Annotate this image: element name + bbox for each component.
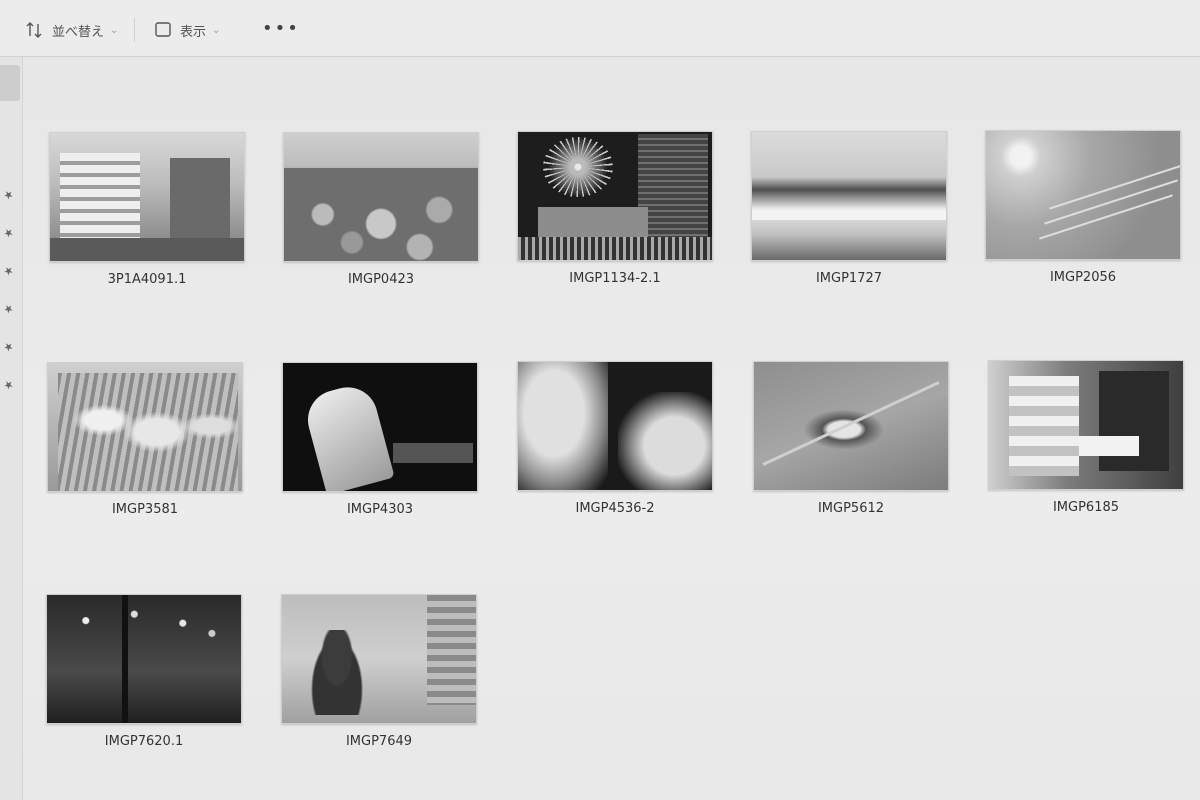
navigation-pane: ★ ★ ★ ★ ★ ★	[0, 57, 23, 800]
file-name: IMGP6185	[1052, 500, 1120, 515]
sort-button-label: 並べ替え	[52, 24, 105, 40]
nav-item-selected[interactable]	[0, 65, 20, 101]
image-thumbnail[interactable]	[751, 131, 947, 261]
image-thumbnail[interactable]	[517, 131, 713, 261]
file-item[interactable]: 3P1A4091.1	[49, 132, 245, 287]
image-thumbnail[interactable]	[985, 130, 1181, 260]
view-button[interactable]: 表示 ⌄	[154, 16, 220, 44]
file-name: 3P1A4091.1	[107, 272, 187, 287]
file-item[interactable]: IMGP3581	[47, 362, 243, 517]
file-item[interactable]: IMGP1727	[751, 131, 947, 286]
pin-icon: ★	[0, 300, 17, 318]
file-name: IMGP0423	[347, 272, 415, 287]
pin-icon: ★	[0, 338, 17, 356]
sort-button[interactable]: 並べ替え ⌄	[24, 16, 118, 44]
file-item[interactable]: IMGP4303	[282, 362, 478, 517]
file-name: IMGP7620.1	[104, 734, 184, 749]
file-item[interactable]: IMGP2056	[985, 130, 1181, 285]
file-item[interactable]: IMGP5612	[753, 361, 949, 516]
pin-icon: ★	[0, 224, 17, 242]
file-name: IMGP1134-2.1	[569, 271, 661, 286]
image-thumbnail[interactable]	[282, 362, 478, 492]
command-bar: 並べ替え ⌄ 表示 ⌄ •••	[0, 0, 1200, 57]
image-thumbnail[interactable]	[47, 362, 243, 492]
image-thumbnail[interactable]	[988, 360, 1184, 490]
file-name: IMGP5612	[817, 501, 885, 516]
view-icon	[155, 22, 171, 37]
file-name: IMGP1727	[815, 271, 883, 286]
pin-icon: ★	[0, 262, 17, 280]
file-item[interactable]: IMGP0423	[283, 132, 479, 287]
image-thumbnail[interactable]	[281, 594, 477, 724]
image-thumbnail[interactable]	[49, 132, 245, 262]
file-name: IMGP4303	[346, 502, 414, 517]
file-item[interactable]: IMGP7649	[281, 594, 477, 749]
file-name: IMGP3581	[111, 502, 179, 517]
sort-icon	[26, 22, 42, 38]
file-item[interactable]: IMGP1134-2.1	[517, 131, 713, 286]
toolbar-divider	[134, 18, 135, 42]
chevron-down-icon: ⌄	[212, 24, 221, 36]
pin-icon: ★	[0, 186, 17, 204]
file-item[interactable]: IMGP7620.1	[46, 594, 242, 749]
image-thumbnail[interactable]	[517, 361, 713, 491]
pin-icon: ★	[0, 376, 17, 394]
view-button-label: 表示	[180, 24, 207, 40]
file-name: IMGP4536-2	[575, 501, 655, 516]
more-options-button[interactable]: •••	[262, 14, 300, 42]
file-item[interactable]: IMGP6185	[988, 360, 1184, 515]
image-thumbnail[interactable]	[753, 361, 949, 491]
file-name: IMGP2056	[1049, 270, 1117, 285]
image-thumbnail[interactable]	[283, 132, 479, 262]
file-explorer-window: 並べ替え ⌄ 表示 ⌄ ••• ★ ★ ★ ★ ★ ★ 3P1A4091.1 I…	[0, 0, 1200, 800]
file-name: IMGP7649	[345, 734, 413, 749]
image-thumbnail[interactable]	[46, 594, 242, 724]
file-item[interactable]: IMGP4536-2	[517, 361, 713, 516]
chevron-down-icon: ⌄	[110, 24, 119, 36]
